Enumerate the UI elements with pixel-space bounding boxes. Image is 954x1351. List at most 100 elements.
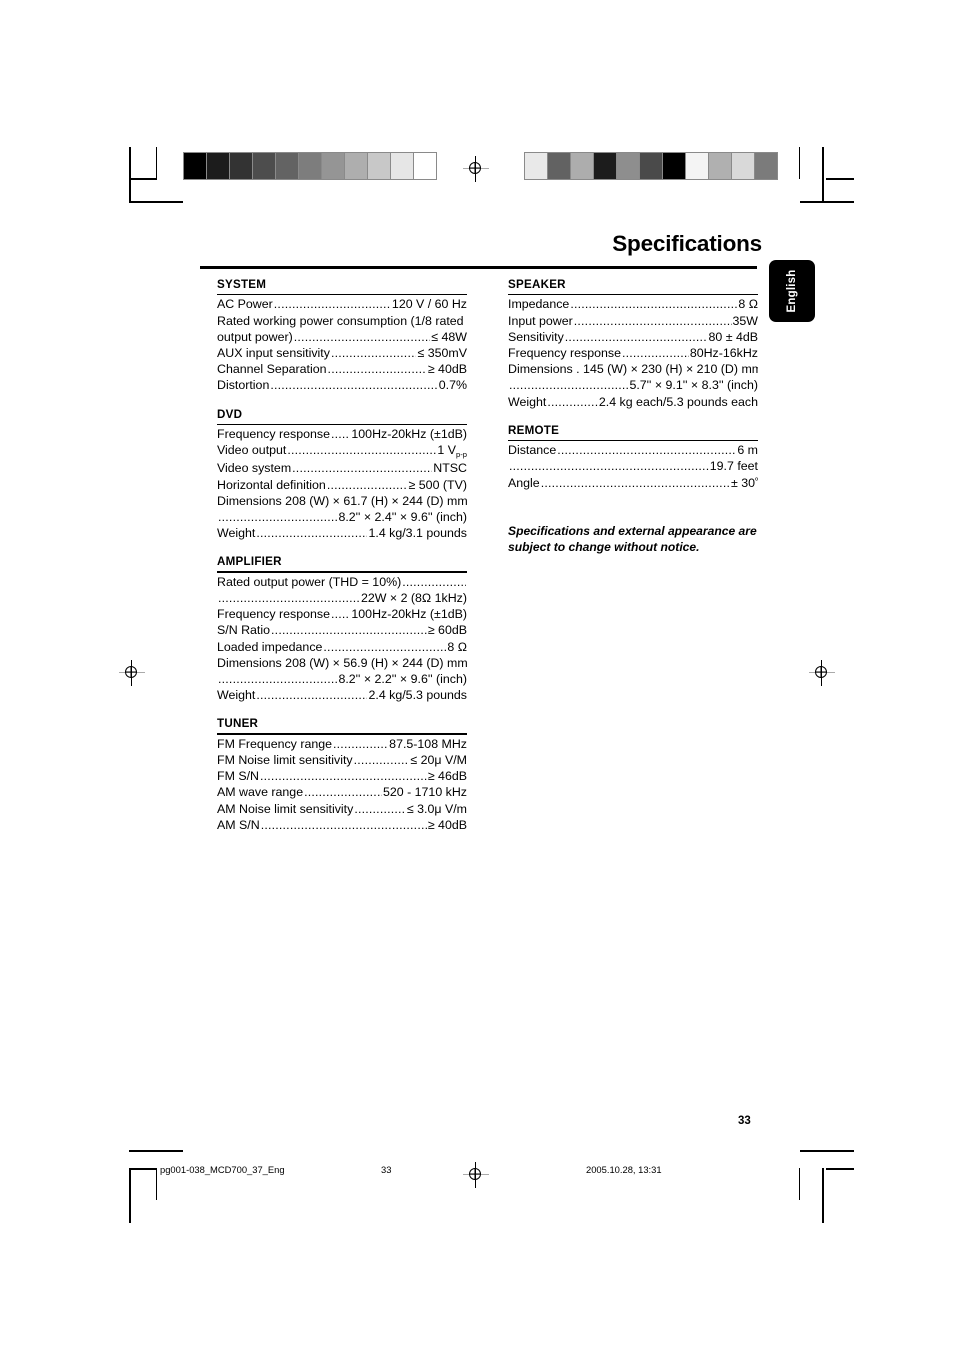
spec-line: Loaded impedance........................…	[217, 639, 467, 655]
spec-leader-dots: ........................................…	[570, 297, 737, 312]
crop-mark-bottom-left-v	[129, 1168, 131, 1223]
spec-line: Weight..................................…	[217, 687, 467, 703]
gray-swatch-4	[275, 153, 298, 179]
spec-leader-dots: ........................................…	[509, 378, 629, 393]
spec-section: REMOTE Distance..........................…	[508, 424, 758, 493]
spec-leader-dots: ........................................…	[218, 510, 338, 525]
crop-mark-top-left-v	[129, 147, 131, 202]
spec-leader-dots: ........................................…	[218, 591, 360, 606]
spec-label: S/N Ratio	[217, 623, 271, 638]
crop-mark-top-right-h	[800, 201, 854, 203]
spec-label: Frequency response	[217, 427, 330, 441]
spec-line: AUX input sensitivity...................…	[217, 345, 467, 361]
spec-value: ≥ 40dB	[427, 362, 467, 377]
spec-value: 100Hz-20kHz (±1dB)	[351, 427, 467, 441]
spec-label: Loaded impedance	[217, 639, 323, 654]
spec-line: FM Frequency range......................…	[217, 736, 467, 752]
spec-label: Frequency response	[217, 607, 330, 622]
spec-leader-dots: ........................................…	[218, 672, 338, 687]
spec-value: 2.4 kg/5.3 pounds	[368, 688, 467, 703]
spec-leader-dots: ........................................…	[293, 329, 431, 344]
spec-line: Dimensions 208 (W) × 61.7 (H) × 244 (D) …	[217, 493, 467, 508]
gray-swatch-0	[525, 153, 547, 179]
spec-leader-dots: ........................................…	[354, 801, 406, 816]
spec-label: AM Noise limit sensitivity	[217, 801, 354, 816]
spec-leader-dots: ........................................…	[271, 623, 427, 638]
spec-line: AM S/N..................................…	[217, 817, 467, 833]
gray-swatch-7	[685, 153, 708, 179]
spec-value: 8 Ω	[447, 639, 467, 654]
spec-line: Distortion..............................…	[217, 377, 467, 393]
spec-line: S/N Ratio...............................…	[217, 622, 467, 638]
spec-leader-dots: ........................................…	[573, 313, 732, 328]
spec-value: 1.4 kg/3.1 pounds	[368, 526, 467, 541]
footer-page-number: 33	[381, 1164, 392, 1175]
spec-value: ≥ 46dB	[427, 769, 467, 784]
spec-section-title: AMPLIFIER	[217, 555, 282, 569]
change-notice: Specifications and external appearance a…	[508, 524, 757, 554]
gray-swatch-6	[662, 153, 685, 179]
spec-line: FM S/N..................................…	[217, 768, 467, 784]
spec-leader-dots: ........................................…	[353, 753, 410, 768]
title-rule	[200, 266, 757, 269]
spec-line: Video system............................…	[217, 460, 467, 476]
spec-line: AM Noise limit sensitivity..............…	[217, 801, 467, 817]
spec-value: ≤ 20μ V/M	[410, 753, 467, 768]
gray-swatch-2	[229, 153, 252, 179]
spec-line: FM Noise limit sensitivity..............…	[217, 752, 467, 768]
spec-line: Weight..................................…	[217, 525, 467, 541]
crop-mark-top-left-h	[129, 201, 183, 203]
spec-value: 8 Ω	[738, 297, 758, 312]
spec-label: Rated output power (THD = 10%)	[217, 574, 402, 589]
spec-section: SPEAKER Impedance........................…	[508, 278, 758, 410]
spec-leader-dots: ........................................…	[273, 297, 391, 312]
spec-section: TUNER FM Frequency range.................…	[217, 717, 467, 833]
footer-file-name: pg001-038_MCD700_37_Eng	[160, 1164, 285, 1175]
crop-mark-bottom-left-h	[129, 1150, 183, 1152]
spec-value: 35W	[732, 313, 758, 328]
spec-line: Frequency response......................…	[217, 606, 467, 622]
trim-line-top-left	[156, 147, 158, 179]
spec-section-rule	[508, 294, 758, 296]
spec-value: 1 Vp-p	[437, 443, 467, 459]
spec-value: 8.2'' × 2.4'' × 9.6'' (inch)	[338, 510, 467, 525]
gray-swatch-8	[367, 153, 390, 179]
spec-leader-dots: ........................................…	[256, 688, 367, 703]
spec-label: Video system	[217, 461, 292, 476]
spec-line: Distance................................…	[508, 442, 758, 458]
page-number: 33	[738, 1115, 751, 1127]
gray-swatch-6	[321, 153, 344, 179]
spec-value: ≥ 60dB	[427, 623, 467, 638]
spec-leader-dots: ........................................…	[330, 346, 417, 360]
gray-swatch-3	[252, 153, 275, 179]
spec-line: Horizontal definition...................…	[217, 477, 467, 493]
spec-leader-dots: ........................................…	[323, 639, 446, 654]
gray-swatch-10	[413, 153, 436, 179]
spec-value: 8.2'' × 2.2'' × 9.6'' (inch)	[338, 672, 467, 687]
spec-line: ........................................…	[217, 590, 467, 606]
spec-leader-dots: ........................................…	[547, 394, 598, 409]
spec-label: FM S/N	[217, 769, 259, 784]
spec-leader-dots: ........................................…	[287, 443, 437, 458]
spec-leader-dots: ........................................…	[333, 736, 388, 751]
spec-line: Dimensions . 145 (W) × 230 (H) × 210 (D)…	[508, 362, 758, 377]
gray-swatch-2	[570, 153, 593, 179]
spec-line: ........................................…	[508, 377, 758, 393]
crop-mark-bottom-right-h	[800, 1150, 854, 1152]
spec-value: 0.7%	[438, 378, 467, 393]
spec-section-rule	[217, 294, 467, 296]
spec-value: 2.4 kg each/5.3 pounds each	[598, 394, 758, 409]
spec-label: Angle	[508, 475, 540, 490]
specs-column-left: SYSTEM AC Power..........................…	[217, 278, 467, 847]
spec-label: Weight	[217, 526, 256, 541]
spec-line: Angle...................................…	[508, 475, 758, 493]
registration-mark-bottom	[463, 1162, 489, 1188]
spec-value: ≥ 500 (TV)	[408, 477, 467, 492]
registration-mark-left	[119, 660, 145, 686]
spec-section-rule	[508, 439, 758, 442]
spec-value: NTSC	[433, 461, 467, 476]
gray-swatch-7	[344, 153, 367, 179]
spec-value: ≤ 3.0μ V/m	[406, 801, 467, 816]
spec-leader-dots: ........................................…	[509, 459, 709, 474]
spec-label: AC Power	[217, 297, 273, 312]
